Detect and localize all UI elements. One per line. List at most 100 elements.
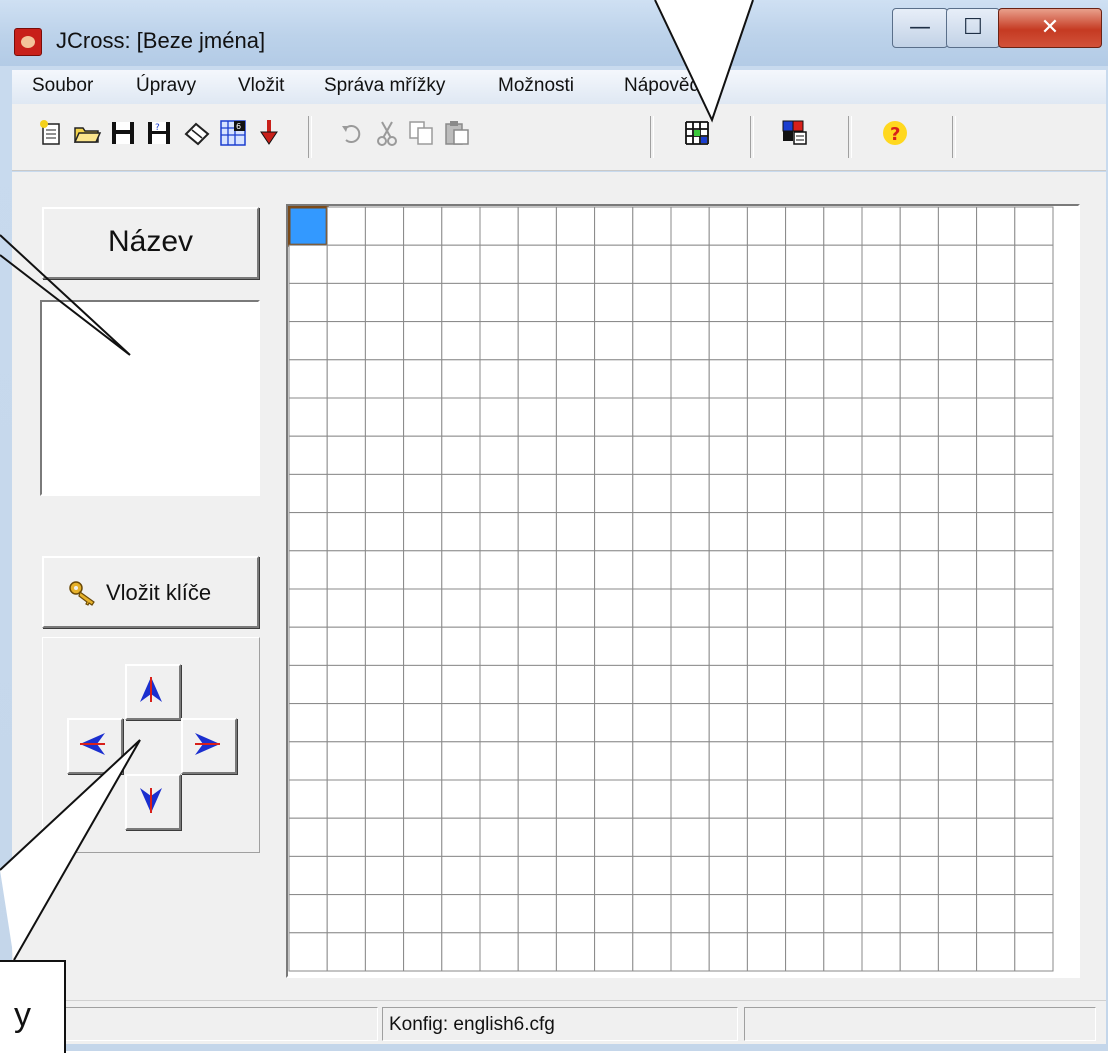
grid-cell[interactable] — [708, 473, 748, 514]
grid-cell[interactable] — [364, 397, 405, 437]
grid-cell[interactable] — [441, 550, 481, 590]
grid-cell[interactable] — [785, 626, 825, 666]
grid-cell[interactable] — [861, 855, 901, 896]
grid-cell[interactable] — [479, 550, 519, 590]
grid-cell[interactable] — [517, 206, 557, 246]
grid-cell[interactable] — [976, 894, 1016, 934]
grid-cell[interactable] — [555, 282, 596, 323]
grid-cell[interactable] — [517, 703, 557, 743]
grid-cell[interactable] — [479, 244, 519, 284]
grid-cell[interactable] — [746, 741, 787, 781]
grid-cell[interactable] — [861, 626, 901, 666]
grid-cell[interactable] — [899, 855, 939, 896]
grid-cell[interactable] — [517, 473, 557, 514]
grid-cell[interactable] — [479, 282, 519, 323]
grid-cell[interactable] — [479, 664, 519, 705]
grid-cell[interactable] — [632, 779, 672, 819]
grid-cell[interactable] — [288, 932, 328, 972]
grid-cell[interactable] — [899, 588, 939, 628]
grid-cell[interactable] — [632, 588, 672, 628]
grid-cell[interactable] — [403, 512, 443, 552]
grid-cell[interactable] — [517, 588, 557, 628]
grid-cell[interactable] — [364, 588, 405, 628]
grid-cell[interactable] — [670, 359, 710, 399]
grid-cell[interactable] — [670, 855, 710, 896]
grid-cell[interactable] — [899, 703, 939, 743]
grid-cell[interactable] — [555, 664, 596, 705]
grid-cell[interactable] — [899, 512, 939, 552]
grid-cell[interactable] — [326, 206, 366, 246]
grid-cell[interactable] — [441, 473, 481, 514]
grid-cell[interactable] — [1014, 626, 1054, 666]
grid-cell[interactable] — [976, 282, 1016, 323]
grid-cell[interactable] — [517, 321, 557, 361]
grid-cell[interactable] — [708, 894, 748, 934]
grid-cell[interactable] — [403, 550, 443, 590]
grid-cell[interactable] — [364, 244, 405, 284]
grid-cell[interactable] — [785, 397, 825, 437]
grid-cell[interactable] — [899, 550, 939, 590]
grid-cell[interactable] — [441, 512, 481, 552]
grid-cell[interactable] — [861, 894, 901, 934]
grid-cell[interactable] — [479, 779, 519, 819]
grid-cell[interactable] — [708, 206, 748, 246]
grid-cell[interactable] — [441, 588, 481, 628]
grid-cell[interactable] — [670, 932, 710, 972]
grid-cell[interactable] — [670, 473, 710, 514]
grid-cell[interactable] — [594, 894, 634, 934]
help-icon[interactable]: ? — [880, 118, 910, 148]
grid-cell[interactable] — [1014, 779, 1054, 819]
maximize-button[interactable]: ☐ — [946, 8, 1000, 48]
grid-cell[interactable] — [670, 626, 710, 666]
grid-cell[interactable] — [479, 397, 519, 437]
web-icon[interactable]: 6 — [218, 118, 248, 148]
grid-cell[interactable] — [861, 321, 901, 361]
grid-cell[interactable] — [670, 817, 710, 857]
grid-cell[interactable] — [708, 550, 748, 590]
grid-cell[interactable] — [441, 779, 481, 819]
grid-cell[interactable] — [632, 703, 672, 743]
grid-cell[interactable] — [594, 206, 634, 246]
grid-cell[interactable] — [555, 703, 596, 743]
grid-cell[interactable] — [823, 550, 863, 590]
grid-cell[interactable] — [288, 626, 328, 666]
grid-cell[interactable] — [937, 244, 978, 284]
grid-cell[interactable] — [403, 817, 443, 857]
grid-cell[interactable] — [288, 512, 328, 552]
grid-cell[interactable] — [976, 664, 1016, 705]
grid-cell[interactable] — [861, 741, 901, 781]
grid-cell[interactable] — [632, 626, 672, 666]
grid-icon[interactable] — [682, 118, 712, 148]
grid-cell[interactable] — [746, 664, 787, 705]
grid-cell[interactable] — [364, 435, 405, 475]
grid-cell[interactable] — [479, 741, 519, 781]
grid-cell[interactable] — [670, 321, 710, 361]
grid-cell[interactable] — [364, 626, 405, 666]
grid-cell[interactable] — [899, 473, 939, 514]
grid-cell[interactable] — [823, 512, 863, 552]
grid-cell[interactable] — [670, 282, 710, 323]
grid-cell[interactable] — [1014, 588, 1054, 628]
grid-cell[interactable] — [441, 855, 481, 896]
grid-cell[interactable] — [288, 321, 328, 361]
grid-cell[interactable] — [708, 512, 748, 552]
grid-cell[interactable] — [594, 550, 634, 590]
grid-cell[interactable] — [976, 512, 1016, 552]
grid-cell[interactable] — [976, 855, 1016, 896]
grid-cell[interactable] — [670, 588, 710, 628]
grid-cell[interactable] — [632, 855, 672, 896]
grid-cell[interactable] — [594, 282, 634, 323]
grid-cell[interactable] — [861, 244, 901, 284]
grid-cell[interactable] — [785, 359, 825, 399]
erase-icon[interactable] — [182, 118, 212, 148]
grid-cell[interactable] — [708, 741, 748, 781]
grid-cell[interactable] — [326, 855, 366, 896]
grid-cell[interactable] — [708, 359, 748, 399]
grid-cell[interactable] — [632, 435, 672, 475]
grid-cell[interactable] — [441, 321, 481, 361]
grid-cell[interactable] — [479, 321, 519, 361]
grid-cell[interactable] — [823, 932, 863, 972]
grid-cell[interactable] — [632, 932, 672, 972]
grid-cell[interactable] — [403, 359, 443, 399]
grid-cell[interactable] — [403, 282, 443, 323]
